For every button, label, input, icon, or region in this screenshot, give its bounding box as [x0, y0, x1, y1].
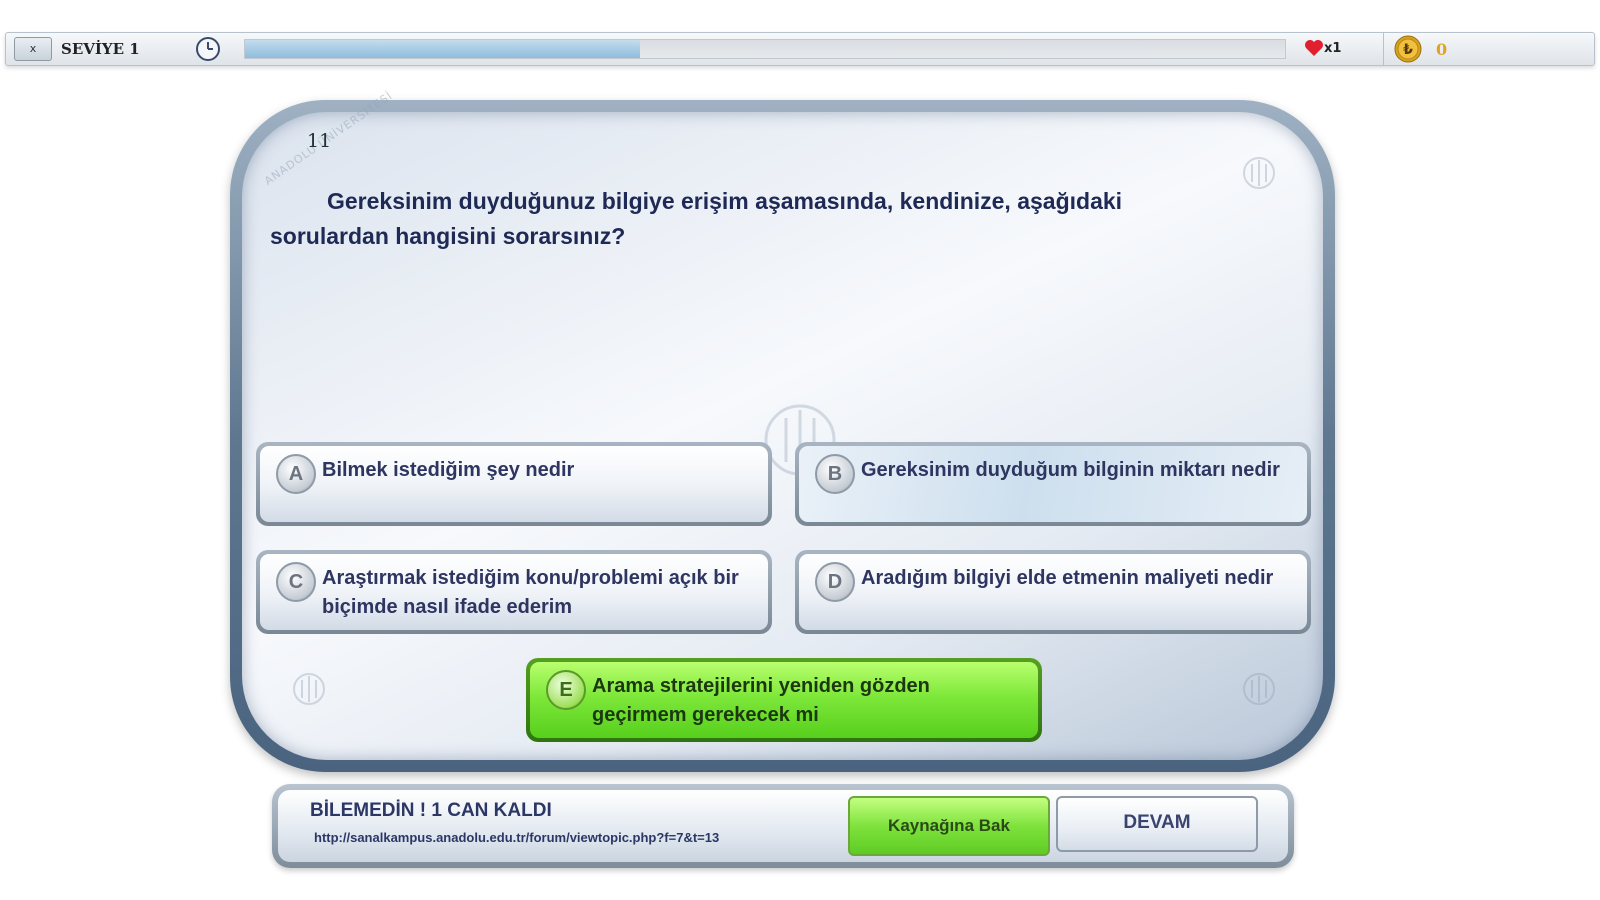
heart-icon — [1305, 40, 1323, 56]
feedback-bar: BİLEMEDİN ! 1 CAN KALDI http://sanalkamp… — [272, 784, 1294, 868]
answer-b-button[interactable]: B Gereksinim duyduğum bilginin miktarı n… — [795, 442, 1311, 526]
view-source-button[interactable]: Kaynağına Bak — [848, 796, 1050, 856]
answer-c-text: Araştırmak istediğim konu/problemi açık … — [322, 567, 739, 618]
lives-counter: x1 — [1304, 39, 1341, 57]
feedback-title: BİLEMEDİN ! 1 CAN KALDI — [310, 800, 552, 821]
question-panel-inner: ANADOLU ÜNİVERSİTESİ 11 Gereksinim duydu… — [242, 89, 1323, 760]
source-link[interactable]: http://sanalkampus.anadolu.edu.tr/forum/… — [314, 830, 719, 845]
lira-coin-icon: ₺ — [1394, 35, 1422, 63]
continue-button[interactable]: DEVAM — [1056, 796, 1258, 852]
university-logo-icon — [1243, 673, 1275, 705]
university-logo-icon — [293, 673, 325, 705]
answer-b-text: Gereksinim duyduğum bilginin miktarı ned… — [861, 459, 1280, 481]
lives-count: x1 — [1324, 40, 1342, 56]
answer-e-button[interactable]: E Arama stratejilerini yeniden gözden ge… — [526, 658, 1042, 742]
answer-d-text: Aradığım bilgiyi elde etmenin maliyeti n… — [861, 567, 1274, 589]
topbar-divider — [1383, 33, 1384, 65]
answer-a-button[interactable]: A Bilmek istediğim şey nedir — [256, 442, 772, 526]
question-text: Gereksinim duyduğunuz bilgiye erişim aşa… — [270, 188, 1123, 249]
answer-a-text: Bilmek istediğim şey nedir — [322, 459, 575, 481]
timer-progress-bar — [244, 39, 1286, 59]
answer-e-badge: E — [546, 670, 586, 710]
question-panel: ANADOLU ÜNİVERSİTESİ 11 Gereksinim duydu… — [230, 89, 1335, 772]
answer-c-badge: C — [276, 562, 316, 602]
answer-c-button[interactable]: C Araştırmak istediğim konu/problemi açı… — [256, 550, 772, 634]
level-label: SEVİYE 1 — [61, 40, 140, 58]
university-logo-icon — [1243, 157, 1275, 189]
answer-d-button[interactable]: D Aradığım bilgiyi elde etmenin maliyeti… — [795, 550, 1311, 634]
answer-d-badge: D — [815, 562, 855, 602]
timer-progress-fill — [245, 40, 641, 58]
clock-icon — [196, 37, 220, 61]
top-bar: x SEVİYE 1 x1 ₺ 0 — [5, 32, 1595, 66]
question-number: 11 — [307, 130, 332, 152]
svg-text:₺: ₺ — [1403, 42, 1413, 58]
close-button[interactable]: x — [14, 37, 52, 61]
answer-e-text: Arama stratejilerini yeniden gözden geçi… — [592, 675, 930, 726]
coin-count: 0 — [1436, 40, 1448, 59]
answer-b-badge: B — [815, 454, 855, 494]
answer-a-badge: A — [276, 454, 316, 494]
